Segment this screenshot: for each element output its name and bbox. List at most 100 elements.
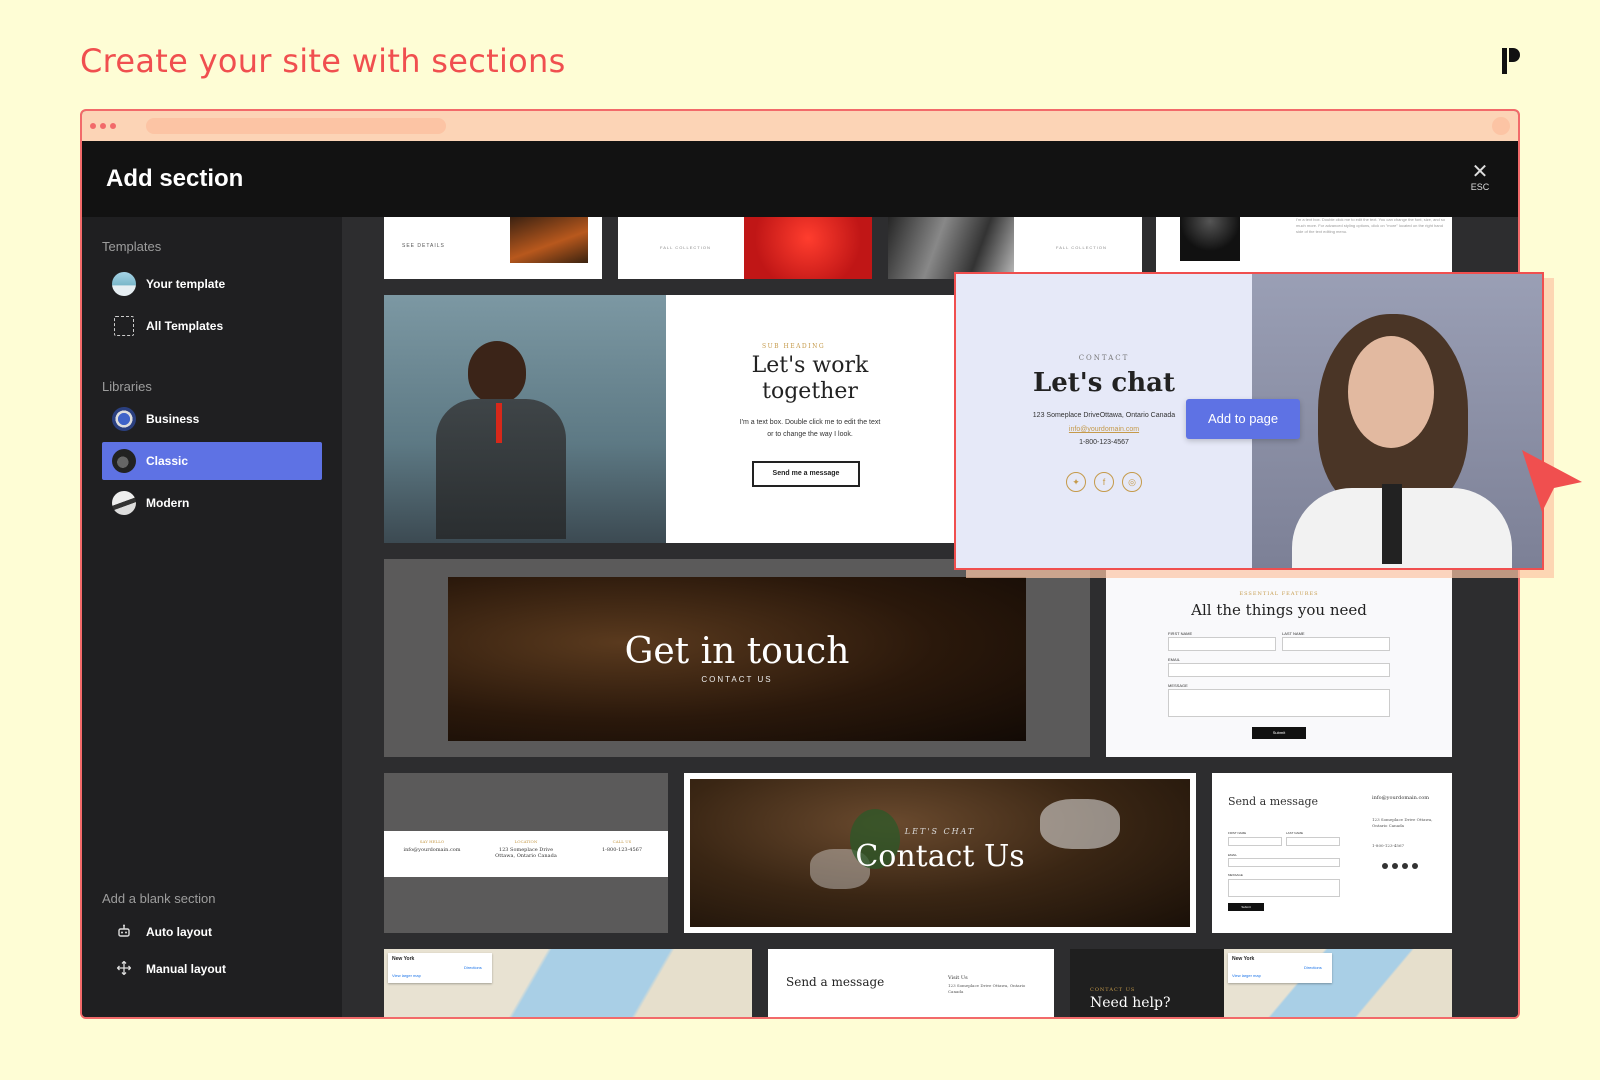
send-email: info@yourdomain.com [1372,795,1430,801]
facebook-icon[interactable] [1402,863,1408,869]
collection-label: FALL COLLECTION [1056,245,1107,250]
send-last-label: LAST NAME [1286,831,1303,835]
email-field[interactable] [1168,663,1390,677]
send-first-field[interactable] [1228,837,1282,846]
sidebar-item-business[interactable]: Business [102,400,322,438]
section-card-work-together[interactable]: SUB HEADING Let's work together I'm a te… [384,295,954,543]
chat-subheading: CONTACT [1078,354,1130,362]
instagram-icon[interactable] [1382,863,1388,869]
close-esc-label: ESC [1470,182,1490,192]
send-email-field[interactable] [1228,858,1340,867]
twitter-icon[interactable] [1412,863,1418,869]
sidebar-item-all-templates[interactable]: All Templates [102,307,322,345]
section-card[interactable]: SEE DETAILS [384,217,602,279]
manual-layout-button[interactable]: Manual layout [102,950,322,988]
sidebar-item-classic[interactable]: Classic [102,442,322,480]
last-name-label: LAST NAME [1282,631,1305,636]
browser-chrome [82,111,1518,141]
sidebar-item-your-template[interactable]: Your template [102,265,322,303]
see-details-link[interactable]: SEE DETAILS [402,243,445,249]
product-image [510,217,588,263]
submit-button[interactable]: Submit [1252,727,1306,739]
facebook-icon[interactable]: f [1094,472,1114,492]
section-card-form[interactable]: ESSENTIAL FEATURES All the things you ne… [1106,559,1452,757]
send-title: Send a message [1228,795,1319,808]
send-last-field[interactable] [1286,837,1340,846]
last-name-field[interactable] [1282,637,1390,651]
close-button[interactable]: ✕ ESC [1466,162,1494,192]
section-card-map-2[interactable]: New York View larger map Directions [1224,949,1452,1017]
section-card-lets-chat[interactable]: CONTACT Let's chat 123 Someplace DriveOt… [954,272,1544,570]
send2-visit: Visit Us [948,975,968,981]
section-card-map[interactable]: New York View larger map Directions [384,949,752,1017]
man-portrait-image [384,295,666,543]
message-label: MESSAGE [1168,683,1188,688]
sidebar-item-modern[interactable]: Modern [102,484,322,522]
send-message-button[interactable]: Send me a message [752,461,860,487]
cursor-pointer-icon [1522,450,1582,512]
map-directions-link[interactable]: Directions [464,965,482,970]
first-name-field[interactable] [1168,637,1276,651]
map-directions-link[interactable]: Directions [1304,965,1322,970]
map-info-box: New York View larger map Directions [388,953,492,983]
work-title-line1: Let's work [751,353,869,378]
send-phone: 1-800-123-4567 [1372,843,1405,848]
section-card[interactable]: I'm a text box. Double click me to edit … [1156,217,1452,279]
chat-phone: 1-800-123-4567 [1079,439,1129,446]
strip-col1-value: info@yourdomain.com [403,847,461,853]
work-body: I'm a text box. Double click me to edit … [666,417,954,441]
map-larger-link[interactable]: View larger map [1232,973,1261,978]
restaurant-image: LET'S CHAT Contact Us [690,779,1190,927]
url-bar[interactable] [146,118,446,134]
grid-icon [114,316,134,336]
touch-subtitle: CONTACT US [701,675,773,684]
strip-col2-head: LOCATION [514,839,538,844]
pinterest-icon[interactable] [1392,863,1398,869]
send-message-field[interactable] [1228,879,1340,897]
collection-label: FALL COLLECTION [660,245,711,250]
section-card-contact-us[interactable]: LET'S CHAT Contact Us [684,773,1196,933]
twitter-icon[interactable]: ✦ [1066,472,1086,492]
form-title: All the things you need [1191,601,1367,619]
work-body-line2: or to change the way I look. [767,431,853,438]
work-title: Let's work together [666,353,954,405]
send-first-label: FIRST NAME [1228,831,1247,835]
map-info-box: New York View larger map Directions [1228,953,1332,983]
chat-social-icons: ✦ f ◎ [1066,472,1142,492]
send-submit-button[interactable]: Submit [1228,903,1264,911]
sidebar-item-label: Business [146,412,200,426]
templates-heading: Templates [102,239,162,254]
touch-title: Get in touch [624,631,850,672]
email-label: EMAIL [1168,657,1181,662]
sidebar: Templates Your template All Templates Li… [82,217,342,1017]
section-card-contact-strip[interactable]: SAY HELLO info@yourdomain.com LOCATION 1… [384,773,668,933]
contact-us-title: Contact Us [855,839,1025,874]
sidebar-item-label: Your template [146,277,226,291]
section-card[interactable]: FALL COLLECTION [888,217,1142,279]
libraries-heading: Libraries [102,379,152,394]
window-controls [90,123,116,129]
help-title: Need help? [1090,995,1171,1011]
template-thumb-icon [112,272,136,296]
browser-menu-icon[interactable] [1492,117,1510,135]
send-address: 123 Someplace Drive Ottawa, Ontario Cana… [1372,817,1433,828]
sidebar-item-label: All Templates [146,319,224,333]
sidebar-item-label: Modern [146,496,190,510]
work-subheading: SUB HEADING [762,343,826,350]
add-to-page-button[interactable]: Add to page [1186,399,1301,439]
auto-layout-button[interactable]: Auto layout [102,913,322,951]
section-card[interactable]: FALL COLLECTION [618,217,872,279]
section-card-send-message[interactable]: Send a message info@yourdomain.com 123 S… [1212,773,1452,933]
form-subheading: ESSENTIAL FEATURES [1239,591,1319,597]
section-card-send-message-2[interactable]: Send a message Visit Us 123 Someplace Dr… [768,949,1054,1017]
classic-thumb-icon [112,449,136,473]
contact-us-subtitle: LET'S CHAT [904,827,976,836]
message-field[interactable] [1168,689,1390,717]
map-larger-link[interactable]: View larger map [392,973,421,978]
section-card-get-in-touch[interactable]: Get in touch CONTACT US [384,559,1090,757]
barrels-image: Get in touch CONTACT US [448,577,1026,741]
map-city: New York [1232,956,1255,962]
section-card-need-help[interactable]: CONTACT US Need help? [1070,949,1224,1017]
brand-logo-icon [1502,48,1520,74]
instagram-icon[interactable]: ◎ [1122,472,1142,492]
